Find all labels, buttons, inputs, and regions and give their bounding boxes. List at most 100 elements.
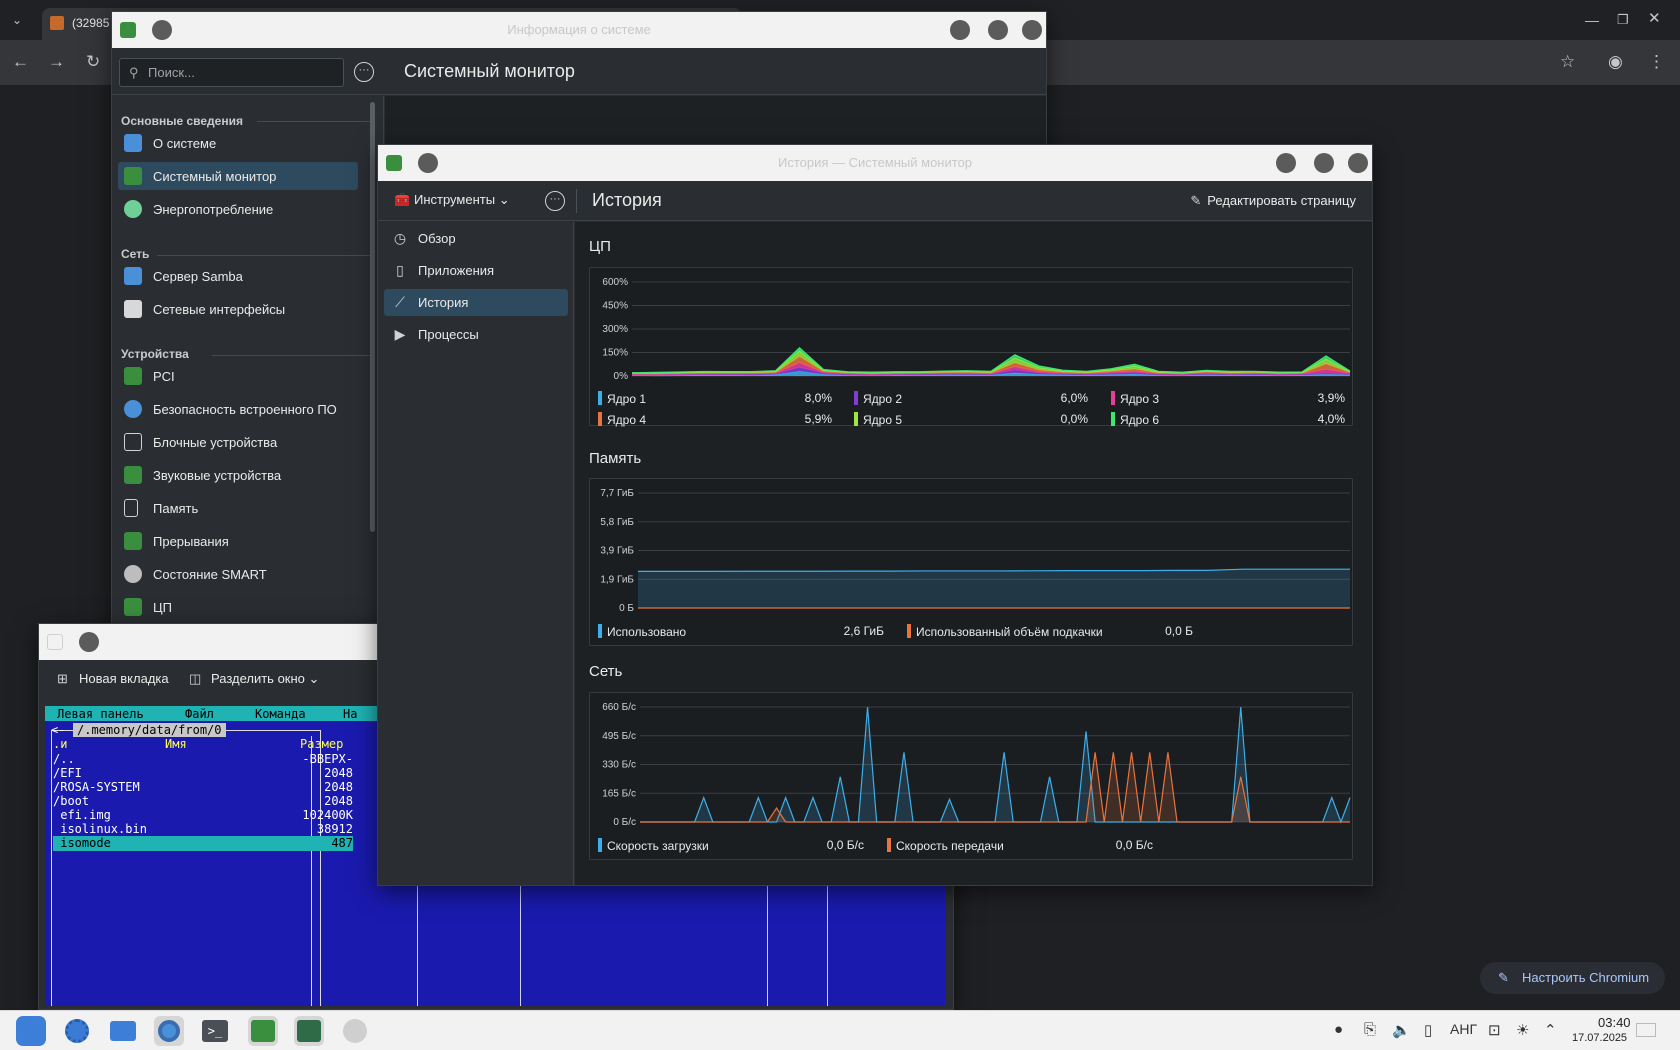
sidebar-item-cpu[interactable]: ЦП — [118, 593, 358, 621]
nav-label: Обзор — [418, 231, 456, 246]
close-button[interactable] — [1348, 153, 1368, 173]
sidebar-scrollbar[interactable] — [370, 102, 375, 532]
nav-processes[interactable]: ▶ Процессы — [384, 321, 568, 348]
sidebar-item-smart[interactable]: Состояние SMART — [118, 560, 358, 588]
mc-file-row[interactable]: isolinux.bin 38912 — [53, 822, 353, 837]
sidebar-item-label: О системе — [153, 136, 217, 151]
mc-file-row[interactable]: /ROSA-SYSTEM 2048 — [53, 780, 353, 795]
mc-file-row[interactable]: /EFI 2048 — [53, 766, 353, 781]
mc-file-row[interactable]: isomode 487 — [53, 836, 353, 851]
edit-page-button[interactable]: ✎ Редактировать страницу — [1190, 193, 1356, 209]
mc-name-header[interactable]: Имя — [165, 737, 187, 752]
sidebar-item-sound-devices[interactable]: Звуковые устройства — [118, 461, 358, 489]
sidebar-item-label: Прерывания — [153, 534, 229, 549]
minimize-icon[interactable]: — — [1585, 10, 1599, 30]
nav-history[interactable]: ⟋ История — [384, 289, 568, 316]
more-options-icon[interactable]: ··· — [545, 191, 565, 211]
keyboard-layout[interactable]: АНГ — [1450, 1021, 1477, 1037]
brightness-icon[interactable]: ☀ — [1516, 1021, 1529, 1039]
sidebar-item-about[interactable]: О системе — [118, 129, 358, 157]
document-icon — [124, 499, 138, 517]
y-tick-label: 165 Б/с — [602, 788, 636, 799]
sidebar-item-firmware-security[interactable]: Безопасность встроенного ПО — [118, 395, 358, 423]
screenshot-tool-icon[interactable] — [340, 1016, 370, 1046]
mc-menu-file[interactable]: Файл — [185, 707, 214, 721]
shield-icon — [124, 400, 142, 418]
settings-icon[interactable] — [62, 1016, 92, 1046]
sidebar-item-label: Системный монитор — [153, 169, 277, 184]
sidebar-item-label: Блочные устройства — [153, 435, 278, 450]
search-icon: ⚲ — [129, 65, 139, 80]
split-view-button[interactable]: ◫ Разделить окно ⌄ — [189, 671, 319, 687]
sidebar-item-interrupts[interactable]: Прерывания — [118, 527, 358, 555]
back-icon[interactable]: ← — [12, 52, 29, 72]
series-area — [632, 350, 1350, 374]
chromium-icon[interactable] — [154, 1016, 184, 1046]
sidebar-item-network-interfaces[interactable]: Сетевые интерфейсы — [118, 295, 358, 323]
search-input[interactable]: ⚲ Поиск... — [119, 58, 344, 87]
sidebar-item-system-monitor[interactable]: Системный монитор — [118, 162, 358, 190]
reload-icon[interactable]: ↻ — [86, 52, 100, 72]
new-tab-icon: ⊞ — [57, 671, 68, 686]
legend-value: 0,0 Б/с — [826, 838, 864, 852]
customize-chromium-button[interactable]: ✎ Настроить Chromium — [1480, 962, 1665, 994]
more-options-icon[interactable]: ··· — [354, 62, 374, 82]
mc-sort-header[interactable]: .и — [53, 737, 67, 752]
maximize-button[interactable] — [1314, 153, 1334, 173]
show-desktop-icon[interactable] — [1636, 1023, 1656, 1037]
sidebar-item-block-devices[interactable]: Блочные устройства — [118, 428, 358, 456]
file-manager-icon[interactable] — [108, 1016, 138, 1046]
tools-menu-button[interactable]: 🧰 Инструменты ⌄ — [394, 192, 510, 208]
info-center-icon[interactable] — [248, 1016, 278, 1046]
legend-swatch — [887, 838, 891, 852]
tab-search-icon[interactable]: ⌄ — [12, 10, 22, 30]
sidebar-item-memory[interactable]: Память — [118, 494, 358, 522]
sidebar-item-energy[interactable]: Энергопотребление — [118, 195, 358, 223]
sidebar-item-samba[interactable]: Сервер Samba — [118, 262, 358, 290]
nav-applications[interactable]: ▯ Приложения — [384, 257, 568, 284]
y-tick-label: 0 Б/с — [613, 817, 636, 828]
network-panel: 660 Б/с 495 Б/с 330 Б/с 165 Б/с 0 Б/с Скорос… — [589, 692, 1353, 860]
series-line — [631, 350, 1351, 374]
titlebar[interactable]: История — Системный монитор — [378, 145, 1372, 181]
forward-icon[interactable]: → — [48, 52, 65, 72]
app-launcher-icon[interactable] — [16, 1016, 46, 1046]
clock-date[interactable]: 17.07.2025 — [1572, 1032, 1627, 1044]
clipboard-icon[interactable]: ⎘ — [1364, 1021, 1376, 1038]
cpu-icon — [124, 598, 142, 616]
mc-file-row[interactable]: /boot 2048 — [53, 794, 353, 809]
chrome-menu-icon[interactable]: ⋮ — [1648, 52, 1665, 72]
nav-label: Приложения — [418, 263, 495, 278]
mc-menu-command[interactable]: Команда — [255, 707, 306, 721]
sidebar: Основные сведения О системе Системный мо… — [112, 96, 384, 630]
volume-icon[interactable]: 🔈 — [1392, 1021, 1411, 1039]
clock-time[interactable]: 03:40 — [1598, 1015, 1631, 1030]
close-icon[interactable]: ✕ — [1648, 9, 1661, 29]
mc-size-header[interactable]: Размер — [300, 737, 343, 752]
mc-file-row[interactable]: /.. -ВВЕРХ- — [53, 752, 353, 767]
mc-menu-left-panel[interactable]: Левая панель — [57, 707, 144, 721]
minimize-button[interactable] — [1276, 153, 1296, 173]
minimize-button[interactable] — [950, 20, 970, 40]
bookmark-star-icon[interactable]: ☆ — [1560, 52, 1575, 72]
terminal-icon[interactable]: >_ — [200, 1016, 230, 1046]
network-icon[interactable]: ⊡ — [1488, 1021, 1501, 1039]
drive-icon — [124, 433, 142, 451]
restore-icon[interactable]: ❐ — [1617, 10, 1629, 30]
nav-overview[interactable]: ◷ Обзор — [384, 225, 568, 252]
sidebar-item-pci[interactable]: PCI — [118, 362, 358, 390]
vpn-status-icon[interactable]: ● — [1334, 1021, 1343, 1038]
device-icon[interactable]: ▯ — [1424, 1021, 1432, 1039]
system-monitor-icon[interactable] — [294, 1016, 324, 1046]
mc-menu-options[interactable]: На — [343, 707, 357, 721]
mc-file-name: isomode — [53, 836, 111, 850]
sidebar-item-label: ЦП — [153, 600, 172, 615]
window-menu-button[interactable] — [79, 632, 99, 652]
maximize-button[interactable] — [988, 20, 1008, 40]
titlebar[interactable]: Информация о системе — [112, 12, 1046, 48]
mc-file-row[interactable]: efi.img 102400K — [53, 808, 353, 823]
tray-expand-icon[interactable]: ⌃ — [1544, 1021, 1557, 1039]
profile-icon[interactable]: ◉ — [1608, 52, 1623, 72]
close-button[interactable] — [1022, 20, 1042, 40]
new-tab-button[interactable]: ⊞ Новая вкладка — [57, 671, 169, 687]
